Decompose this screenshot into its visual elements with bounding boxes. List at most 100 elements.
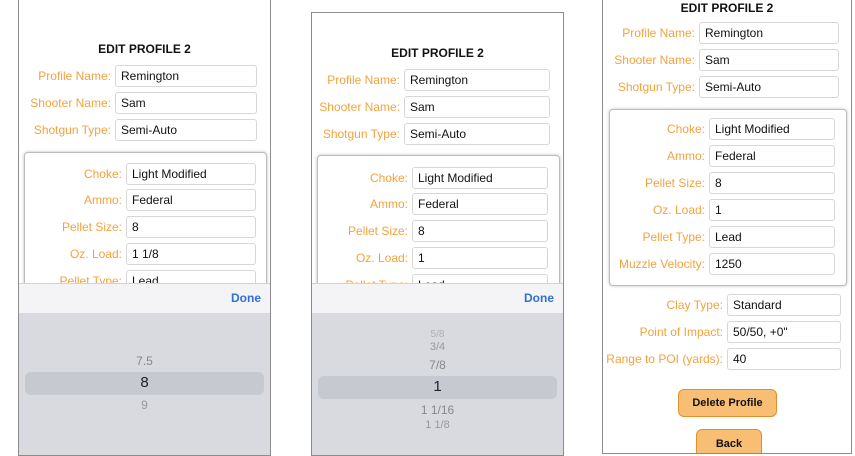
shooter-name-row: Shooter Name: Sam: [603, 49, 851, 71]
pellet-size-field[interactable]: 8: [709, 172, 835, 194]
picker-option[interactable]: 9: [19, 398, 270, 412]
shotgun-type-field[interactable]: Semi-Auto: [699, 76, 839, 98]
pellet-type-field[interactable]: Lead: [709, 226, 835, 248]
ammo-label: Ammo:: [83, 193, 122, 207]
ammo-card: Choke: Light Modified Ammo: Federal Pell…: [317, 155, 560, 289]
profile-name-row: Profile Name: Remington: [19, 65, 270, 87]
profile-name-field[interactable]: Remington: [699, 22, 839, 44]
range-to-poi-field[interactable]: 40: [727, 348, 841, 370]
screen-2-picker-oz-load: EDIT PROFILE 2 Profile Name: Remington S…: [311, 12, 564, 456]
choke-field[interactable]: Light Modified: [126, 163, 256, 185]
shotgun-type-row: Shotgun Type: Semi-Auto: [312, 123, 563, 145]
profile-name-label: Profile Name:: [622, 26, 695, 40]
pellet-size-label: Pellet Size:: [61, 220, 122, 234]
ammo-row: Ammo: Federal: [318, 193, 559, 215]
oz-load-picker[interactable]: 5/8 3/4 7/8 1 1 1/16 1 1/8: [312, 313, 563, 455]
shotgun-type-label: Shotgun Type:: [617, 80, 695, 94]
pellet-size-field[interactable]: 8: [412, 220, 548, 242]
oz-load-field[interactable]: 1: [412, 247, 548, 269]
picker-toolbar: Done: [312, 283, 563, 314]
picker-option-selected[interactable]: 8: [19, 374, 270, 391]
shotgun-type-label: Shotgun Type:: [33, 123, 111, 137]
profile-name-label: Profile Name:: [38, 69, 111, 83]
point-of-impact-field[interactable]: 50/50, +0": [727, 321, 841, 343]
page-title: EDIT PROFILE 2: [98, 42, 191, 56]
pellet-size-row: Pellet Size: 8: [25, 216, 266, 238]
muzzle-velocity-label: Muzzle Velocity:: [618, 257, 705, 271]
clay-type-field[interactable]: Standard: [727, 294, 841, 316]
oz-load-label: Oz. Load:: [69, 247, 122, 261]
done-button[interactable]: Done: [524, 291, 554, 305]
picker-option[interactable]: 5/8: [312, 329, 563, 340]
profile-name-label: Profile Name:: [327, 73, 400, 87]
screen-1-picker-pellet-size: EDIT PROFILE 2 Profile Name: Remington S…: [18, 0, 271, 456]
choke-row: Choke: Light Modified: [25, 163, 266, 185]
ammo-field[interactable]: Federal: [126, 189, 256, 211]
profile-name-field[interactable]: Remington: [404, 69, 550, 91]
oz-load-label: Oz. Load:: [652, 203, 705, 217]
pellet-size-row: Pellet Size: 8: [318, 220, 559, 242]
picker-option[interactable]: 1 1/8: [312, 419, 563, 431]
oz-load-label: Oz. Load:: [355, 251, 408, 265]
shooter-name-row: Shooter Name: Sam: [19, 92, 270, 114]
pellet-size-field[interactable]: 8: [126, 216, 256, 238]
choke-row: Choke: Light Modified: [610, 118, 846, 140]
picker-option[interactable]: 7/8: [312, 358, 563, 372]
delete-profile-button[interactable]: Delete Profile: [678, 389, 777, 417]
choke-label: Choke:: [666, 122, 705, 136]
shooter-name-row: Shooter Name: Sam: [312, 96, 563, 118]
done-button[interactable]: Done: [231, 291, 261, 305]
point-of-impact-row: Point of Impact: 50/50, +0": [603, 321, 851, 343]
screen-3-scrolled-form: EDIT PROFILE 2 Profile Name: Remington S…: [602, 0, 852, 454]
oz-load-row: Oz. Load: 1 1/8: [25, 243, 266, 265]
picker-toolbar: Done: [19, 283, 270, 314]
ammo-card: Choke: Light Modified Ammo: Federal Pell…: [24, 152, 267, 294]
choke-field[interactable]: Light Modified: [412, 167, 548, 189]
clay-type-row: Clay Type: Standard: [603, 294, 851, 316]
shooter-name-field[interactable]: Sam: [404, 96, 550, 118]
shotgun-type-field[interactable]: Semi-Auto: [115, 119, 257, 141]
shotgun-type-label: Shotgun Type:: [322, 127, 400, 141]
pellet-size-row: Pellet Size: 8: [610, 172, 846, 194]
point-of-impact-label: Point of Impact:: [639, 325, 723, 339]
range-to-poi-row: Range to POI (yards): 40: [603, 348, 851, 370]
back-button[interactable]: Back: [696, 429, 762, 453]
shooter-name-field[interactable]: Sam: [699, 49, 839, 71]
oz-load-row: Oz. Load: 1: [610, 199, 846, 221]
page-title: EDIT PROFILE 2: [391, 46, 484, 60]
profile-name-row: Profile Name: Remington: [603, 22, 851, 44]
ammo-field[interactable]: Federal: [412, 193, 548, 215]
muzzle-velocity-row: Muzzle Velocity: 1250: [610, 253, 846, 275]
oz-load-field[interactable]: 1 1/8: [126, 243, 256, 265]
profile-name-field[interactable]: Remington: [115, 65, 257, 87]
pellet-size-picker[interactable]: 7.5 8 9: [19, 313, 270, 455]
pellet-type-row: Pellet Type: Lead: [610, 226, 846, 248]
choke-label: Choke:: [369, 171, 408, 185]
pellet-type-label: Pellet Type:: [642, 230, 705, 244]
choke-row: Choke: Light Modified: [318, 167, 559, 189]
picker-option[interactable]: 3/4: [312, 341, 563, 353]
shotgun-type-field[interactable]: Semi-Auto: [404, 123, 550, 145]
clay-type-label: Clay Type:: [666, 298, 723, 312]
shooter-name-label: Shooter Name:: [319, 100, 400, 114]
ammo-field[interactable]: Federal: [709, 145, 835, 167]
shotgun-type-row: Shotgun Type: Semi-Auto: [19, 119, 270, 141]
choke-label: Choke:: [83, 167, 122, 181]
pellet-size-label: Pellet Size:: [347, 224, 408, 238]
choke-field[interactable]: Light Modified: [709, 118, 835, 140]
muzzle-velocity-field[interactable]: 1250: [709, 253, 835, 275]
shooter-name-label: Shooter Name:: [30, 96, 111, 110]
profile-name-row: Profile Name: Remington: [312, 69, 563, 91]
ammo-label: Ammo:: [666, 149, 705, 163]
shooter-name-label: Shooter Name:: [614, 53, 695, 67]
ammo-row: Ammo: Federal: [610, 145, 846, 167]
ammo-row: Ammo: Federal: [25, 189, 266, 211]
shooter-name-field[interactable]: Sam: [115, 92, 257, 114]
pellet-size-label: Pellet Size:: [644, 176, 705, 190]
picker-option[interactable]: 1 1/16: [312, 403, 563, 417]
ammo-card: Choke: Light Modified Ammo: Federal Pell…: [609, 109, 847, 286]
picker-option[interactable]: 7.5: [19, 354, 270, 368]
oz-load-field[interactable]: 1: [709, 199, 835, 221]
oz-load-row: Oz. Load: 1: [318, 247, 559, 269]
picker-option-selected[interactable]: 1: [312, 378, 563, 395]
